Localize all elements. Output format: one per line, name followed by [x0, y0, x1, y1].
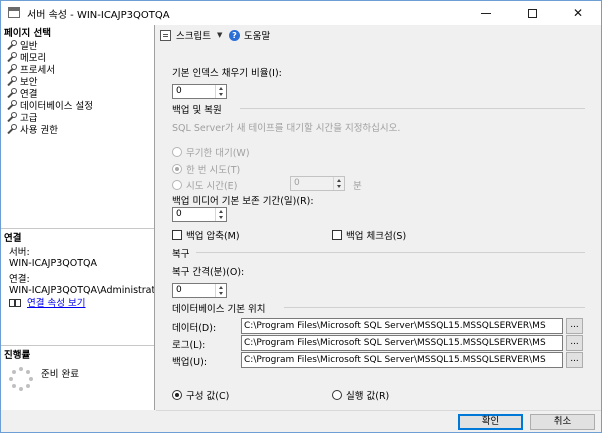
radio-try-once[interactable]: 한 번 시도(T) — [172, 162, 240, 176]
backup-path-field[interactable]: C:\Program Files\Microsoft SQL Server\MS… — [241, 352, 563, 368]
server-label: 서버: — [9, 247, 30, 258]
connection-label: 연결: — [9, 274, 30, 285]
checkbox-icon — [332, 230, 342, 240]
help-icon: ? — [229, 29, 240, 41]
retention-spinner[interactable]: 0 — [172, 207, 227, 222]
wrench-icon — [6, 64, 17, 74]
wrench-icon — [6, 100, 17, 110]
left-panel: 페이지 선택 일반 메모리 프로세서 보안 연결 데이터베이스 설정 고급 사용… — [1, 25, 155, 410]
radio-configured-label: 구성 값(C) — [186, 391, 230, 402]
progress-spinner-icon — [9, 367, 33, 391]
backup-checksum-label: 백업 체크섬(S) — [346, 231, 407, 242]
server-value: WIN-ICAJP3QOTQA — [9, 258, 97, 269]
recovery-interval-label: 복구 간격(분)(O): — [172, 267, 245, 278]
recovery-interval-spinner[interactable]: 0 — [172, 283, 227, 298]
connection-link-label: 연결 속성 보기 — [27, 298, 86, 309]
progress-heading: 진행률 — [1, 345, 154, 361]
radio-wait-indefinitely[interactable]: 무기한 대기(W) — [172, 145, 250, 159]
sidebar-item-permissions[interactable]: 사용 권한 — [6, 123, 93, 136]
view-connection-properties-link[interactable]: 연결 속성 보기 — [9, 295, 85, 309]
script-icon — [160, 29, 171, 41]
recovery-interval-value: 0 — [176, 285, 182, 295]
script-label: 스크립트 — [176, 31, 211, 42]
browse-log-button[interactable]: ... — [566, 335, 583, 351]
close-icon: ✕ — [572, 6, 584, 20]
radio-configured-values[interactable]: 구성 값(C) — [172, 388, 229, 402]
group-divider — [196, 252, 585, 253]
browse-backup-button[interactable]: ... — [566, 352, 583, 368]
try-time-spinner[interactable]: 0 — [290, 176, 345, 191]
fill-factor-label: 기본 인덱스 채우기 비율(I): — [172, 68, 282, 79]
server-properties-window: 서버 속성 - WIN-ICAJP3QOTQA ✕ 페이지 선택 일반 메모리 … — [0, 0, 602, 433]
main-content: 기본 인덱스 채우기 비율(I): 0 백업 및 복원 SQL Server가 … — [156, 45, 601, 410]
connection-properties-icon — [9, 297, 21, 307]
help-label: 도움말 — [244, 31, 271, 42]
wrench-icon — [6, 88, 17, 98]
cancel-button[interactable]: 취소 — [530, 414, 595, 430]
window-title: 서버 속성 - WIN-ICAJP3QOTQA — [27, 10, 170, 21]
help-button[interactable]: ? 도움말 — [229, 28, 270, 42]
ok-button[interactable]: 확인 — [458, 414, 523, 430]
window-app-icon — [8, 7, 20, 18]
radio-running-values[interactable]: 실행 값(R) — [332, 388, 389, 402]
retention-label: 백업 미디어 기본 보존 기간(일)(R): — [172, 196, 314, 207]
radio-wait-indefinitely-label: 무기한 대기(W) — [186, 148, 250, 159]
sidebar-item-label: 사용 권한 — [20, 125, 58, 136]
minimize-icon — [481, 12, 491, 14]
recovery-heading: 복구 — [172, 249, 190, 260]
chevron-down-icon: ▼ — [216, 31, 223, 39]
browse-data-button[interactable]: ... — [566, 318, 583, 334]
checkbox-icon — [172, 230, 182, 240]
radio-icon — [172, 390, 182, 400]
page-list: 일반 메모리 프로세서 보안 연결 데이터베이스 설정 고급 사용 권한 — [6, 39, 93, 136]
radio-try-once-label: 한 번 시도(T) — [186, 165, 241, 176]
radio-icon — [172, 147, 182, 157]
wrench-icon — [6, 112, 17, 122]
script-button[interactable]: 스크립트 ▼ — [160, 28, 222, 42]
radio-running-label: 실행 값(R) — [346, 391, 390, 402]
radio-try-for-minutes[interactable]: 시도 시간(E) — [172, 178, 237, 192]
wrench-icon — [6, 40, 17, 50]
try-time-value: 0 — [294, 178, 300, 188]
backup-restore-heading: 백업 및 복원 — [172, 105, 222, 116]
compress-backup-checkbox[interactable]: 백업 압축(M) — [172, 228, 240, 242]
spinner-arrows-icon[interactable] — [215, 284, 226, 297]
connection-heading: 연결 — [1, 228, 154, 244]
spinner-arrows-icon[interactable] — [215, 208, 226, 221]
fill-factor-value: 0 — [176, 86, 182, 96]
fill-factor-spinner[interactable]: 0 — [172, 84, 227, 99]
radio-try-for-minutes-label: 시도 시간(E) — [186, 181, 238, 192]
title-bar: 서버 속성 - WIN-ICAJP3QOTQA ✕ — [1, 1, 601, 25]
log-path-field[interactable]: C:\Program Files\Microsoft SQL Server\MS… — [241, 335, 563, 351]
minimize-button[interactable] — [463, 1, 509, 25]
group-divider — [284, 307, 585, 308]
progress-status: 준비 완료 — [41, 369, 79, 380]
group-divider — [240, 108, 585, 109]
wrench-icon — [6, 76, 17, 86]
radio-icon — [172, 164, 182, 174]
maximize-button[interactable] — [509, 1, 555, 25]
retention-value: 0 — [176, 209, 182, 219]
maximize-icon — [527, 8, 537, 18]
close-button[interactable]: ✕ — [555, 1, 601, 25]
spinner-arrows-icon[interactable] — [333, 177, 344, 190]
radio-icon — [332, 390, 342, 400]
data-path-field[interactable]: C:\Program Files\Microsoft SQL Server\MS… — [241, 318, 563, 334]
compress-backup-label: 백업 압축(M) — [186, 231, 240, 242]
data-path-label: 데이터(D): — [172, 323, 217, 334]
backup-checksum-checkbox[interactable]: 백업 체크섬(S) — [332, 228, 406, 242]
toolbar: 스크립트 ▼ ? 도움말 — [156, 25, 601, 45]
wrench-icon — [6, 52, 17, 62]
dialog-footer: 확인 취소 — [156, 410, 601, 432]
spinner-arrows-icon[interactable] — [215, 85, 226, 98]
try-time-unit: 분 — [353, 181, 362, 192]
wrench-icon — [6, 124, 17, 134]
backup-path-label: 백업(U): — [172, 357, 208, 368]
log-path-label: 로그(L): — [172, 340, 206, 351]
connection-info: 서버: WIN-ICAJP3QOTQA 연결: WIN-ICAJP3QOTQA\… — [9, 247, 154, 296]
db-locations-heading: 데이터베이스 기본 위치 — [172, 304, 266, 315]
tape-wait-hint: SQL Server가 새 테이프를 대기할 시간을 지정하십시오. — [172, 123, 401, 134]
radio-icon — [172, 180, 182, 190]
